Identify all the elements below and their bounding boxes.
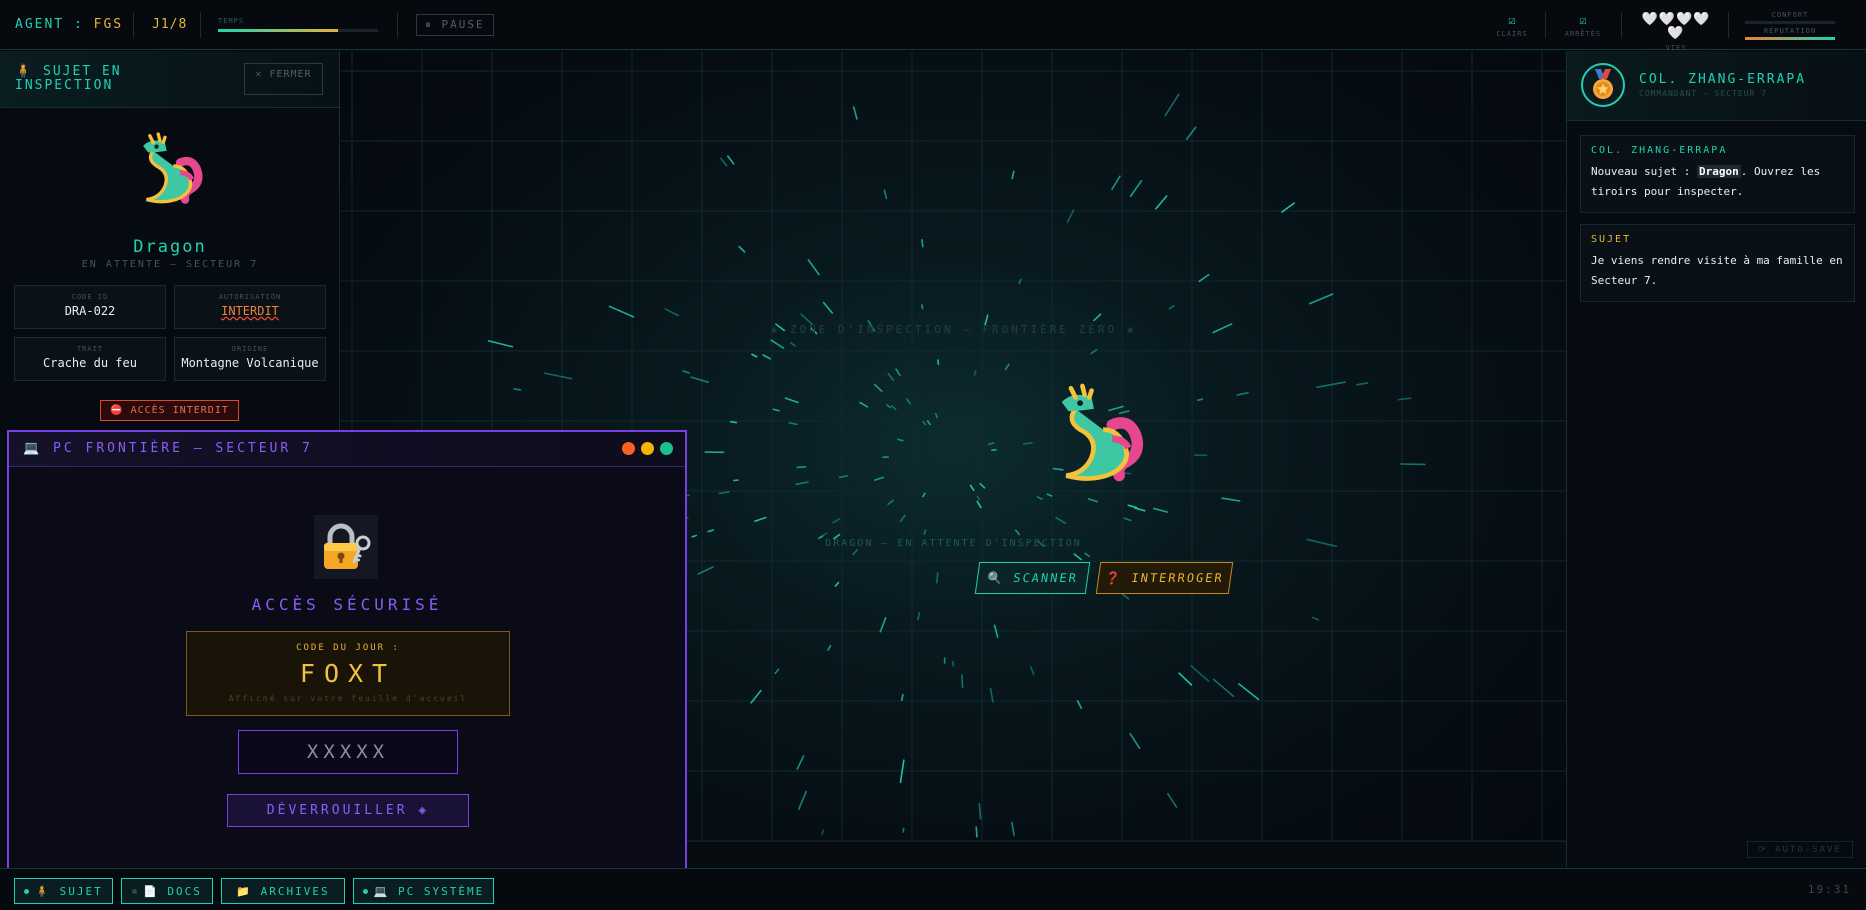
comfort-meter: CONFORT (1745, 11, 1835, 24)
field-origin: ORIGINE Montagne Volcanique (174, 337, 326, 381)
unlock-button[interactable]: DÉVERROUILLER ◈ (227, 794, 469, 827)
scan-button[interactable]: 🔍 SCANNER (974, 562, 1091, 594)
status-dot (362, 888, 368, 894)
daily-code-label: CODE DU JOUR : (296, 643, 400, 653)
agent-label: AGENT : FGS (15, 17, 123, 32)
divider (1621, 12, 1622, 38)
field-key: TRAIT (76, 345, 104, 353)
interrogate-button[interactable]: ❓ INTERROGER (1095, 562, 1234, 594)
pause-button[interactable]: ⏸ PAUSE (416, 14, 494, 36)
reputation-meter: RÉPUTATION (1745, 27, 1835, 40)
reputation-track (1745, 37, 1835, 40)
subject-status: EN ATTENTE — SECTEUR 7 (81, 259, 259, 270)
divider (133, 12, 134, 38)
dock-label: 💻 PC SYSTÈME (373, 884, 485, 898)
dock-archives-button[interactable]: 📁 ARCHIVES (221, 878, 345, 904)
message-highlight: Dragon (1696, 165, 1741, 178)
reputation-label: RÉPUTATION (1763, 27, 1817, 35)
message-card: COL. ZHANG-ERRAPA Nouveau sujet : Dragon… (1580, 135, 1855, 213)
subject-panel-header: 🧍 SUJET EN INSPECTION ✕ FERMER (0, 51, 339, 108)
commander-panel: COL. ZHANG-ERRAPA COMMANDANT — SECTEUR 7… (1566, 51, 1866, 868)
pc-window-title: 💻 PC FRONTIÈRE — SECTEUR 7 (23, 441, 313, 456)
lock-with-key-icon (314, 515, 378, 579)
message-sender: SUJET (1591, 234, 1632, 245)
window-controls (622, 442, 673, 455)
stat-label: CLAIRS (1496, 30, 1528, 38)
dragon-figure[interactable] (1041, 379, 1156, 494)
time-label: TEMPS (218, 17, 245, 25)
field-key: AUTORISATION (218, 293, 282, 301)
message-sender: COL. ZHANG-ERRAPA (1591, 145, 1728, 156)
maximize-window-button[interactable] (660, 442, 673, 455)
heart-icons: 🤍🤍🤍🤍🤍 (1641, 12, 1711, 41)
dragon-avatar (143, 132, 203, 204)
clock: 19:31 (1807, 883, 1851, 896)
commander-role: COMMANDANT — SECTEUR 7 (1639, 89, 1767, 98)
field-value: Crache du feu (43, 356, 137, 370)
commander-header: COL. ZHANG-ERRAPA COMMANDANT — SECTEUR 7 (1567, 51, 1866, 121)
dock-label: 🧍 SUJET (35, 884, 103, 898)
field-value: DRA-022 (64, 304, 116, 318)
medal-icon-graphic (1593, 69, 1613, 99)
reputation-fill (1745, 37, 1835, 40)
day-counter: J1/8 (152, 17, 188, 32)
message-body: Nouveau sujet : Dragon. Ouvrez les tiroi… (1591, 162, 1844, 202)
daily-code-value: FOXT (299, 659, 397, 688)
field-authorization: AUTORISATION INTERDIT (174, 285, 326, 329)
message-text: Je viens rendre visite à ma famille en S… (1591, 254, 1843, 287)
status-dot (24, 888, 30, 894)
dock-subject-button[interactable]: 🧍 SUJET (14, 878, 113, 904)
dock-docs-button[interactable]: 📄 DOCS (121, 878, 213, 904)
agent-prefix: AGENT : (15, 17, 94, 32)
pc-window-titlebar[interactable]: 💻 PC FRONTIÈRE — SECTEUR 7 (9, 432, 685, 467)
field-code-id: CODE ID DRA-022 (14, 285, 166, 329)
secure-access-label: ACCÈS SÉCURISÉ (251, 595, 443, 614)
check-box-icon: ☑ (1508, 13, 1516, 27)
field-key: ORIGINE (231, 345, 269, 353)
commander-name: COL. ZHANG-ERRAPA (1639, 72, 1807, 87)
minimize-window-button[interactable] (641, 442, 654, 455)
field-value: INTERDIT (221, 304, 279, 318)
code-input[interactable] (238, 730, 458, 774)
dock-pc-system-button[interactable]: 💻 PC SYSTÈME (353, 878, 494, 904)
subject-panel-title: 🧍 SUJET EN INSPECTION (15, 64, 122, 93)
autosave-indicator: ⟳ AUTO-SAVE (1747, 841, 1853, 858)
daily-code-note: Affiché sur votre feuille d'accueil (228, 694, 468, 703)
stat-arretes: ☑ ARRÊTÉS (1561, 14, 1605, 38)
comfort-label: CONFORT (1771, 11, 1809, 19)
comfort-track (1745, 21, 1835, 24)
message-card: SUJET Je viens rendre visite à ma famill… (1580, 224, 1855, 302)
time-progress-bar (218, 29, 378, 32)
close-window-button[interactable] (622, 442, 635, 455)
divider (200, 12, 201, 38)
zone-title: ◈ ZONE D'INSPECTION — FRONTIÈRE ZÉRO ◈ (770, 323, 1137, 336)
access-denied-badge: ⛔ ACCÈS INTERDIT (100, 400, 239, 421)
agent-id: FGS (93, 17, 124, 32)
top-bar: AGENT : FGS J1/8 TEMPS ⏸ PAUSE ☑ CLAIRS … (0, 0, 1866, 53)
check-box-icon: ☑ (1579, 13, 1587, 27)
stat-label: ARRÊTÉS (1564, 30, 1602, 38)
time-progress-fill (218, 29, 338, 32)
divider (1545, 12, 1546, 38)
field-trait: TRAIT Crache du feu (14, 337, 166, 381)
daily-code-box: CODE DU JOUR : FOXT Affiché sur votre fe… (186, 631, 510, 716)
field-key: CODE ID (71, 293, 109, 301)
status-dot (132, 888, 138, 894)
medal-icon (1581, 63, 1625, 107)
stat-clairs: ☑ CLAIRS (1490, 14, 1534, 38)
dock-label: 📄 DOCS (143, 884, 202, 898)
dock-label: 📁 ARCHIVES (236, 884, 330, 898)
divider (1728, 12, 1729, 38)
divider (397, 12, 398, 38)
subject-name: Dragon (133, 237, 207, 257)
close-button[interactable]: ✕ FERMER (244, 63, 323, 95)
field-value: Montagne Volcanique (181, 356, 319, 370)
lives-indicator: 🤍🤍🤍🤍🤍 VIES (1636, 12, 1716, 53)
message-text: Nouveau sujet : (1591, 165, 1697, 178)
pc-window[interactable]: 💻 PC FRONTIÈRE — SECTEUR 7 ACCÈS SÉCURIS… (7, 430, 687, 870)
dock-bar: 🧍 SUJET 📄 DOCS 📁 ARCHIVES 💻 PC SYSTÈME 1… (0, 868, 1866, 910)
message-body: Je viens rendre visite à ma famille en S… (1591, 251, 1844, 291)
